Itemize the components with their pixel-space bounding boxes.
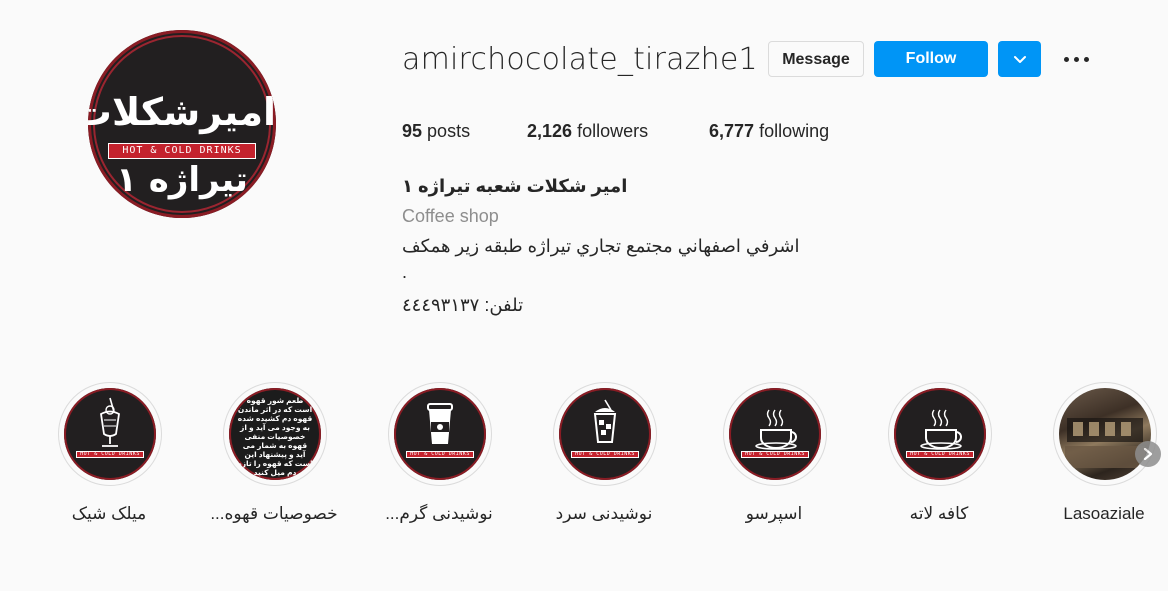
- highlight-hot-drinks[interactable]: HOT & COLD DRINKS نوشیدنی گرم...: [373, 382, 505, 532]
- suggested-dropdown-button[interactable]: [998, 41, 1041, 77]
- bio-address: اشرفي اصفهاني مجتمع تجاري تيراژه طبقه زي…: [402, 236, 800, 256]
- posts-label: posts: [427, 121, 471, 141]
- highlight-ring: طعم شور قهوه است که در اثر ماندن قهوه دم…: [223, 382, 327, 486]
- highlight-ring: HOT & COLD DRINKS: [723, 382, 827, 486]
- highlight-label: میلک شیک: [71, 504, 147, 523]
- following-count: 6,777: [709, 121, 755, 141]
- highlight-cold-drinks[interactable]: HOT & COLD DRINKS نوشیدنی سرد: [538, 382, 670, 532]
- highlight-tagline-strip: HOT & COLD DRINKS: [906, 451, 974, 458]
- highlight-cover: HOT & COLD DRINKS: [729, 388, 821, 480]
- highlight-cover: HOT & COLD DRINKS: [559, 388, 651, 480]
- posts-count: 95: [402, 121, 423, 141]
- highlight-label: خصوصیات قهوه...: [210, 504, 338, 523]
- highlight-cover: HOT & COLD DRINKS: [894, 388, 986, 480]
- highlight-ring: HOT & COLD DRINKS: [553, 382, 657, 486]
- chevron-right-icon: [1143, 448, 1153, 460]
- highlight-ring: HOT & COLD DRINKS: [888, 382, 992, 486]
- bio-dot: .: [402, 262, 408, 282]
- highlight-cover: HOT & COLD DRINKS: [64, 388, 156, 480]
- follow-button[interactable]: Follow: [874, 41, 988, 77]
- bio-full-name: امیر شکلات شعبه تیراژه ١: [402, 176, 628, 196]
- message-button[interactable]: Message: [768, 41, 864, 77]
- highlight-ring: HOT & COLD DRINKS: [388, 382, 492, 486]
- highlight-tagline-strip: HOT & COLD DRINKS: [571, 451, 639, 458]
- avatar-tagline: HOT & COLD DRINKS: [108, 143, 256, 159]
- highlight-milkshake[interactable]: HOT & COLD DRINKS میلک شیک: [43, 382, 175, 532]
- highlight-label: نوشیدنی سرد: [555, 504, 653, 523]
- bio-phone: تلفن: ٤٤٤٩٣١٣٧: [402, 295, 524, 315]
- highlight-tagline-strip: HOT & COLD DRINKS: [741, 451, 809, 458]
- coffee-cup-icon: [755, 409, 797, 450]
- followers-label: followers: [577, 121, 649, 141]
- iced-drink-icon: [593, 399, 617, 443]
- highlight-tagline-strip: HOT & COLD DRINKS: [76, 451, 144, 458]
- followers-count: 2,126: [527, 121, 573, 141]
- more-options-icon[interactable]: [1062, 50, 1092, 70]
- following-stat[interactable]: 6,777 following: [709, 121, 829, 142]
- highlight-cafe-latte[interactable]: HOT & COLD DRINKS کافه لاته: [873, 382, 1005, 532]
- highlight-label: نوشیدنی گرم...: [385, 504, 493, 523]
- following-label: following: [759, 121, 830, 141]
- followers-stat[interactable]: 2,126 followers: [527, 121, 648, 142]
- profile-username: amirchocolate_tirazhe1: [402, 42, 758, 77]
- highlight-ring: HOT & COLD DRINKS: [58, 382, 162, 486]
- highlight-tagline-strip: HOT & COLD DRINKS: [406, 451, 474, 458]
- highlight-label: اسپرسو: [745, 504, 803, 523]
- coffee-cup-icon: [920, 409, 962, 450]
- takeaway-cup-icon: [427, 403, 453, 444]
- milkshake-glass-icon: [100, 397, 120, 447]
- chevron-down-icon: [1013, 56, 1026, 63]
- avatar-branch-name: تیراژه ۱: [116, 160, 248, 200]
- highlight-cover: HOT & COLD DRINKS: [394, 388, 486, 480]
- highlight-label: کافه لاته: [909, 504, 969, 523]
- avatar-brand-name: امیرشکلات: [88, 90, 276, 134]
- highlight-ring: [1053, 382, 1157, 486]
- posts-stat[interactable]: 95 posts: [402, 121, 470, 142]
- highlight-label: Lasoaziale: [1063, 504, 1145, 523]
- bio-category: Coffee shop: [402, 206, 499, 226]
- highlight-card-text: طعم شور قهوه است که در اثر ماندن قهوه دم…: [237, 396, 313, 477]
- highlight-espresso[interactable]: HOT & COLD DRINKS اسپرسو: [708, 382, 840, 532]
- profile-avatar[interactable]: امیرشکلات HOT & COLD DRINKS تیراژه ۱: [88, 30, 276, 218]
- highlights-next-button[interactable]: [1135, 441, 1161, 467]
- highlight-coffee-properties[interactable]: طعم شور قهوه است که در اثر ماندن قهوه دم…: [208, 382, 340, 532]
- highlight-cover-text-card: طعم شور قهوه است که در اثر ماندن قهوه دم…: [229, 388, 321, 480]
- highlight-cover-photo: [1059, 388, 1151, 480]
